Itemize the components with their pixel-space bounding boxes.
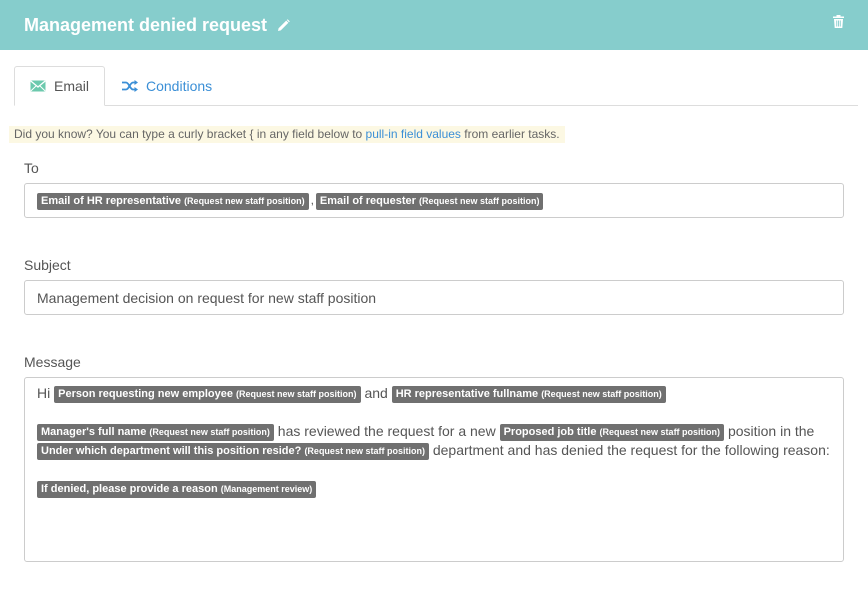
token-field-name: Email of requester xyxy=(319,195,416,207)
message-text: has reviewed the request for a new xyxy=(277,423,496,439)
to-field[interactable]: Email of HR representative (Request new … xyxy=(24,183,844,218)
token-source: (Request new staff position) xyxy=(236,388,357,399)
field-token[interactable]: Email of requester (Request new staff po… xyxy=(315,193,544,210)
tab-bar: Email Conditions xyxy=(14,66,858,106)
token-separator: , xyxy=(310,193,314,207)
message-text: Hi xyxy=(37,385,51,401)
message-label: Message xyxy=(24,354,81,370)
field-token[interactable]: Manager's full name (Request new staff p… xyxy=(37,423,274,441)
field-values-tip: Did you know? You can type a curly brack… xyxy=(9,126,565,143)
token-source: (Request new staff position) xyxy=(599,426,721,437)
token-field-name: Manager's full name xyxy=(41,425,147,438)
message-field[interactable]: Hi Person requesting new employee (Reque… xyxy=(24,377,844,562)
tab-conditions-label: Conditions xyxy=(146,78,213,94)
trash-icon[interactable] xyxy=(833,15,844,28)
field-token[interactable]: Under which department will this positio… xyxy=(37,442,429,460)
token-source: (Request new staff position) xyxy=(541,388,662,399)
token-source: (Request new staff position) xyxy=(304,445,425,456)
tab-email-label: Email xyxy=(54,78,90,94)
tab-conditions[interactable]: Conditions xyxy=(122,66,212,106)
token-field-name: Under which department will this positio… xyxy=(41,444,302,457)
token-field-name: Email of HR representative xyxy=(41,195,181,207)
token-field-name: HR representative fullname xyxy=(395,387,539,400)
pencil-icon[interactable] xyxy=(277,18,290,32)
message-line: Manager's full name (Request new staff p… xyxy=(37,422,831,441)
field-token[interactable]: Proposed job title (Request new staff po… xyxy=(499,423,725,441)
pull-in-field-values-link[interactable]: pull-in field values xyxy=(366,127,461,141)
shuffle-icon xyxy=(122,80,138,92)
field-token[interactable]: If denied, please provide a reason (Mana… xyxy=(37,480,317,498)
message-text: and xyxy=(364,385,388,401)
tip-text: Did you know? You can type a curly brack… xyxy=(14,127,366,141)
field-token[interactable]: Email of HR representative (Request new … xyxy=(37,193,309,210)
token-source: (Request new staff position) xyxy=(184,196,305,206)
message-line: Under which department will this positio… xyxy=(37,441,831,460)
message-text: position in the xyxy=(727,423,815,439)
tip-text-end: from earlier tasks. xyxy=(460,127,560,141)
message-line: If denied, please provide a reason (Mana… xyxy=(37,479,831,498)
task-header: Management denied request xyxy=(0,0,868,50)
token-field-name: Person requesting new employee xyxy=(58,387,233,400)
tab-email[interactable]: Email xyxy=(14,66,105,106)
token-source: (Management review) xyxy=(220,483,313,494)
token-source: (Request new staff position) xyxy=(149,426,270,437)
token-source: (Request new staff position) xyxy=(418,196,540,206)
message-line: Hi Person requesting new employee (Reque… xyxy=(37,384,831,403)
envelope-icon xyxy=(30,80,46,92)
field-token[interactable]: Person requesting new employee (Request … xyxy=(54,385,361,403)
subject-field[interactable]: Management decision on request for new s… xyxy=(24,280,844,315)
token-field-name: Proposed job title xyxy=(503,425,597,438)
subject-label: Subject xyxy=(24,257,71,273)
field-token[interactable]: HR representative fullname (Request new … xyxy=(391,385,666,403)
token-field-name: If denied, please provide a reason xyxy=(41,482,218,495)
to-label: To xyxy=(24,160,39,176)
task-title[interactable]: Management denied request xyxy=(24,15,267,36)
message-text: department and has denied the request fo… xyxy=(432,442,830,458)
